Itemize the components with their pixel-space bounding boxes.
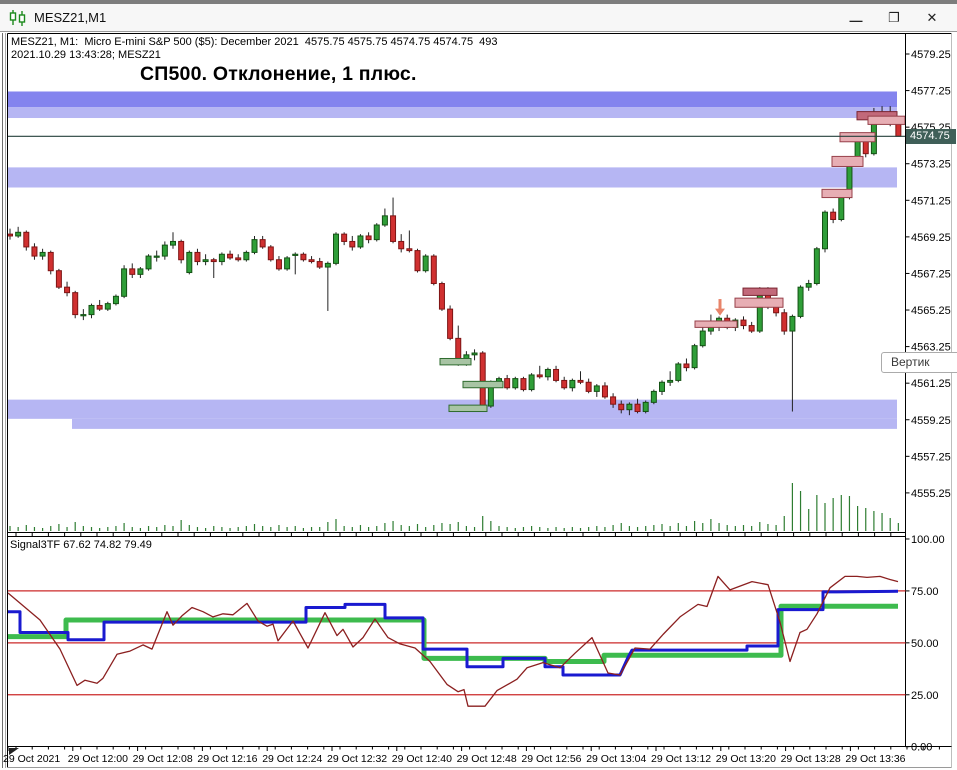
indicator-panel[interactable] <box>8 537 905 746</box>
time-axis[interactable] <box>8 748 957 768</box>
main-chart-area[interactable] <box>8 33 905 532</box>
mt4-chart-window: { "window": { "title": "MESZ21,M1", "con… <box>0 0 957 770</box>
current-price-badge: 4574.75 <box>906 129 956 144</box>
vertical-line-tooltip: Вертик <box>881 352 957 373</box>
